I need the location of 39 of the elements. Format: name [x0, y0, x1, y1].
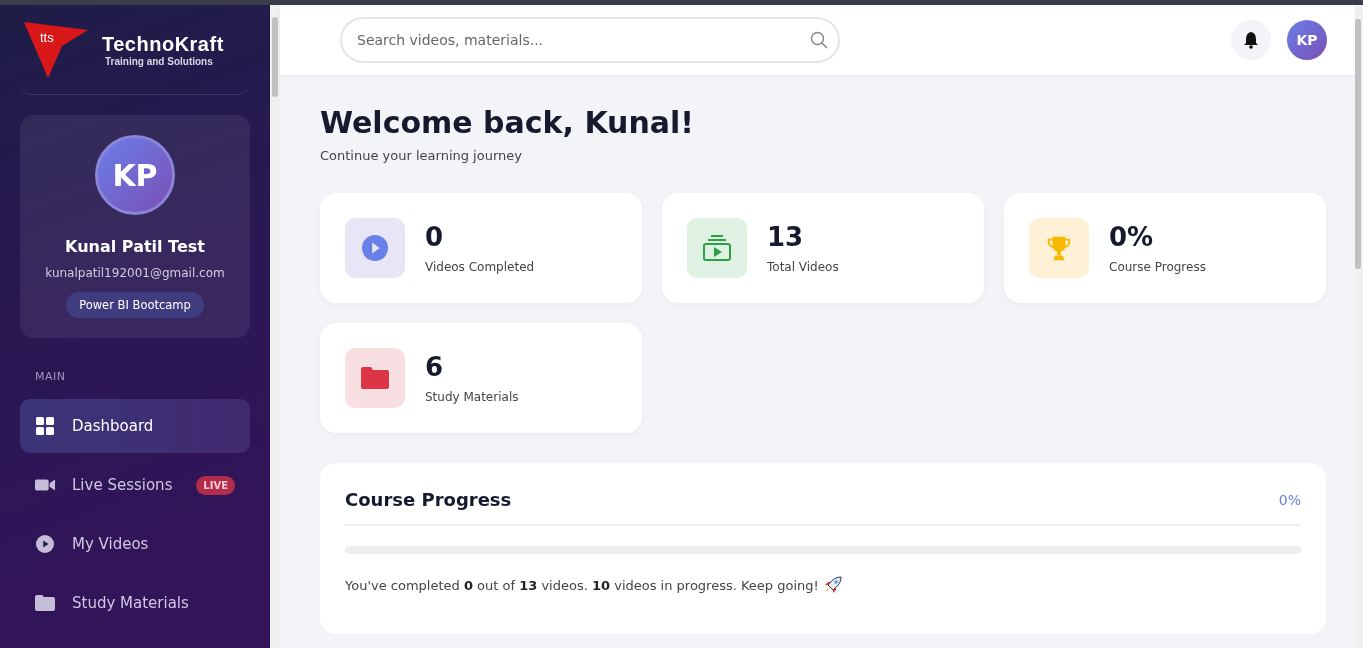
stat-value: 6 — [425, 352, 445, 382]
logo-triangle-icon — [22, 19, 90, 80]
search-field[interactable]: Search videos, materials... — [340, 17, 840, 63]
stat-value: 13 — [767, 222, 805, 252]
stat-label: Videos Completed — [425, 260, 535, 274]
folder-icon — [35, 594, 55, 612]
search-icon — [810, 31, 828, 49]
video-library-icon — [702, 234, 732, 262]
bell-icon — [1243, 31, 1259, 49]
course-tag: Power BI Bootcamp — [66, 292, 204, 318]
play-circle-icon — [360, 234, 390, 262]
welcome-title: Welcome back, Kunal! — [320, 105, 696, 140]
welcome-subtitle: Continue your learning journey — [320, 148, 523, 163]
rocket-icon — [823, 576, 842, 594]
sidebar-item[interactable]: My Videos — [20, 517, 250, 571]
brand-name: TechnoKraft — [102, 32, 224, 56]
stat-label: Total Videos — [767, 260, 839, 274]
profile-avatar: KP — [95, 135, 175, 215]
stat-label: Study Materials — [425, 390, 519, 404]
folder-icon — [360, 364, 390, 392]
stat-value: 0 — [425, 222, 445, 252]
user-avatar[interactable]: KP — [1287, 20, 1327, 60]
progress-message: You've completed 0 out of 13 videos. 10 videos in progress. Keep going! — [345, 577, 819, 593]
profile-email: kunalpatil192001@gmail.com — [45, 266, 225, 280]
sidebar-item[interactable]: Dashboard — [20, 399, 250, 453]
notifications-button[interactable] — [1231, 20, 1271, 60]
logo-mark: tts — [40, 29, 54, 45]
sidebar-item[interactable]: Study Materials — [20, 576, 250, 630]
play-circle-icon — [35, 535, 55, 553]
live-badge: LIVE — [196, 475, 235, 495]
progress-title: Course Progress — [345, 489, 512, 510]
nav-section-label: MAIN — [35, 370, 67, 383]
stat-value: 0% — [1109, 222, 1155, 252]
sidebar-item[interactable]: Live Sessions LIVE — [20, 458, 250, 512]
stat-label: Course Progress — [1109, 260, 1206, 274]
progress-percent: 0% — [1278, 491, 1301, 508]
dashboard-grid-icon — [35, 417, 55, 435]
profile-name: Kunal Patil Test — [65, 237, 205, 256]
brand-tagline: Training and Solutions — [105, 55, 214, 67]
